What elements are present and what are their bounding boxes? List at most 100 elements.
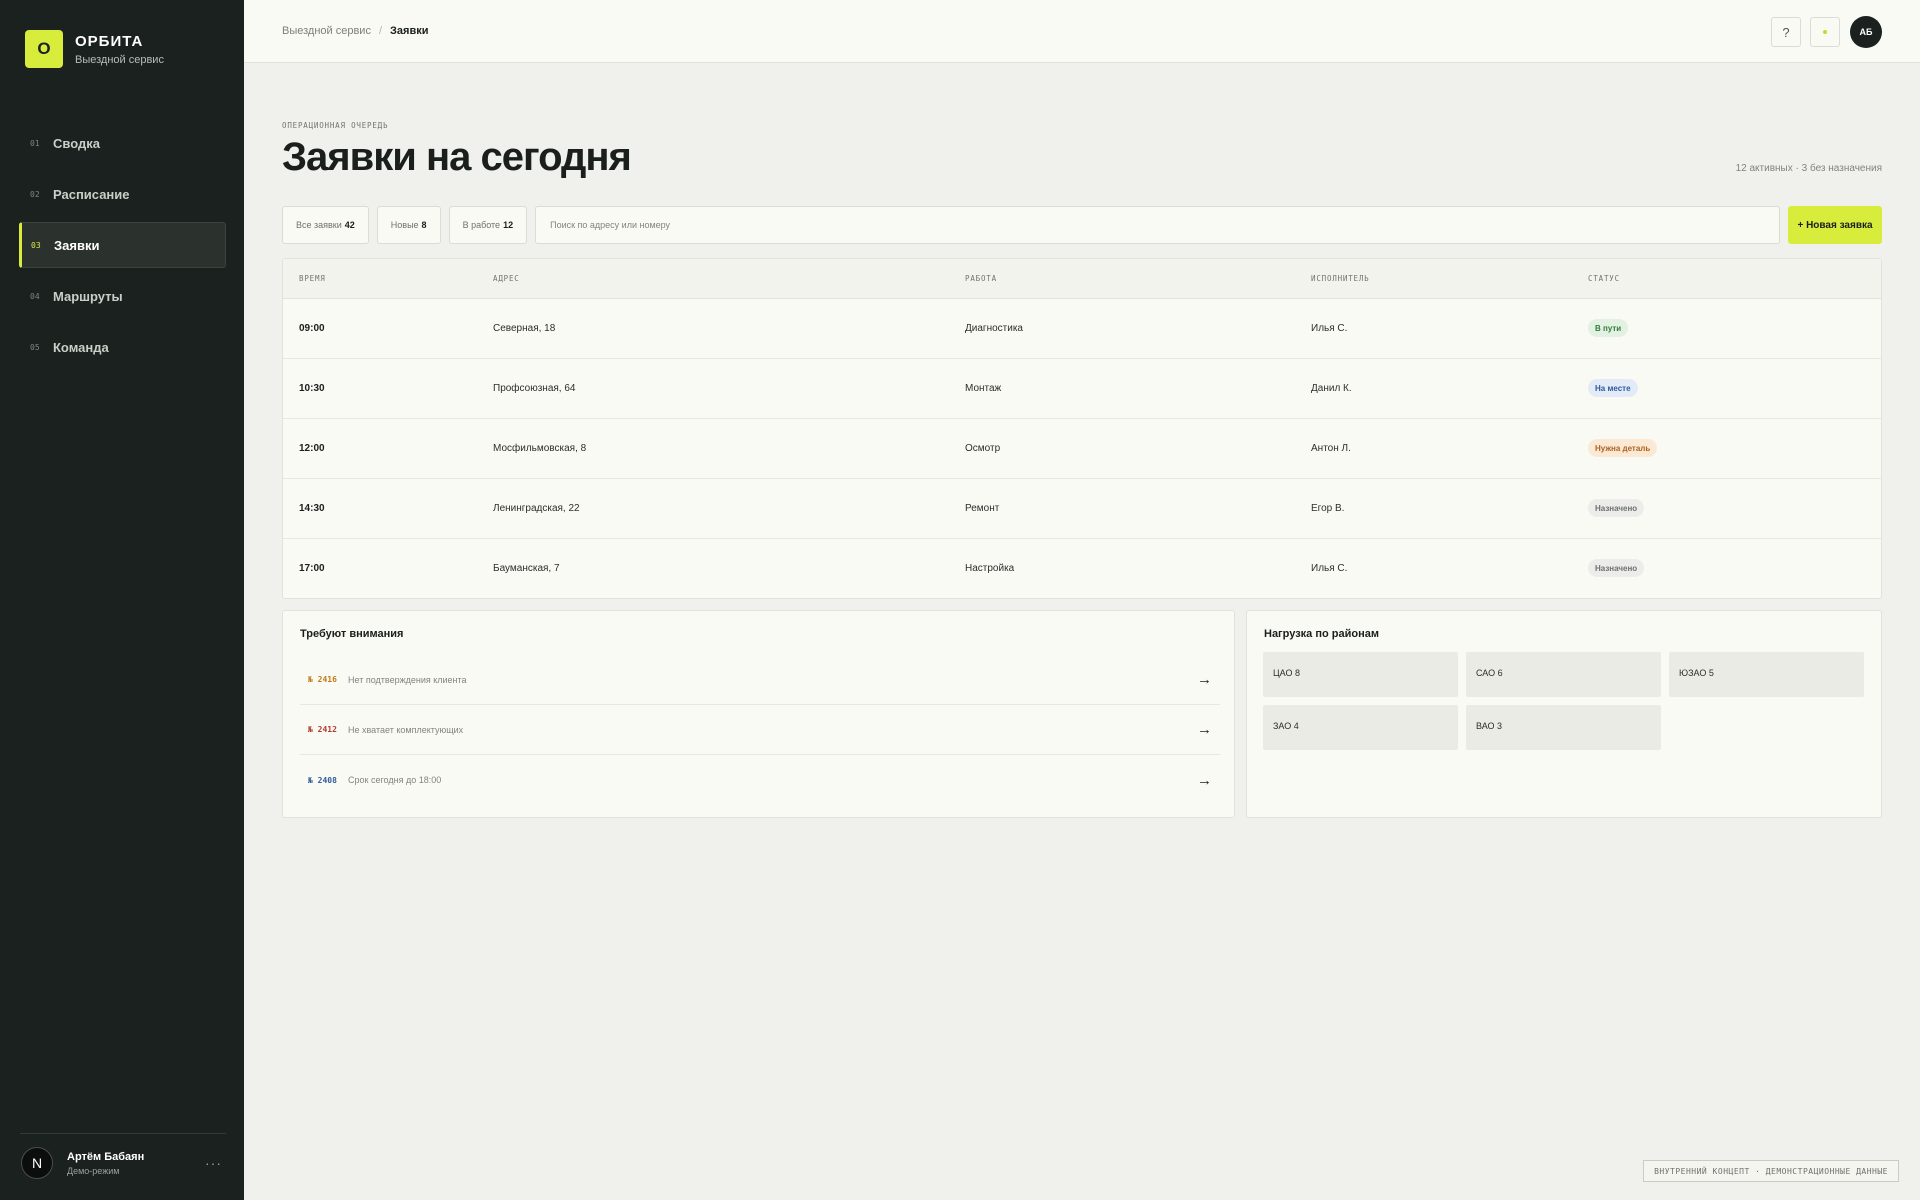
district-tile[interactable]: ВАО 3: [1466, 705, 1661, 750]
help-button[interactable]: ?: [1771, 17, 1801, 47]
status-badge: В пути: [1588, 319, 1629, 337]
sidebar-item-number: 04: [30, 291, 40, 301]
cell-address: Мосфильмовская, 8: [493, 443, 587, 454]
district-tile[interactable]: САО 6: [1466, 652, 1661, 697]
cell-assignee: Илья С.: [1311, 323, 1348, 334]
cell-work: Осмотр: [965, 443, 1001, 454]
district-tile[interactable]: ЮЗАО 5: [1669, 652, 1864, 697]
cell-time: 12:00: [299, 443, 325, 454]
topbar-actions: ? АБ: [1762, 16, 1882, 48]
cell-time: 10:30: [299, 383, 325, 394]
sidebar-item-label: Заявки: [54, 237, 100, 253]
filter-in-progress[interactable]: В работе 12: [448, 206, 528, 244]
sidebar-item-label: Расписание: [53, 186, 130, 202]
table-header: ВРЕМЯ АДРЕС РАБОТА ИСПОЛНИТЕЛЬ СТАТУС: [283, 259, 1881, 299]
filter-label: В работе: [462, 220, 501, 230]
sidebar-item-team[interactable]: 05 Команда: [19, 324, 226, 370]
toolbar: Все заявки42 Новые8 В работе12 + Новая з…: [282, 206, 1882, 244]
brand-name: ОРБИТА: [75, 32, 144, 50]
brand[interactable]: О ОРБИТА Выездной сервис: [25, 30, 164, 68]
search-input[interactable]: [535, 206, 1780, 244]
more-icon[interactable]: ···: [205, 1155, 222, 1171]
cell-assignee: Антон Л.: [1311, 443, 1351, 454]
brand-subtitle: Выездной сервис: [75, 53, 164, 66]
sidebar-item-number: 05: [30, 342, 40, 352]
filter-label: Все заявки: [296, 220, 342, 230]
attention-panel: Требуют внимания № 2416 Нет подтверждени…: [282, 610, 1235, 818]
filter-label: Новые: [390, 220, 419, 230]
arrow-right-icon[interactable]: →: [1197, 772, 1212, 789]
column-header-work[interactable]: РАБОТА: [965, 274, 997, 283]
sidebar-item-schedule[interactable]: 02 Расписание: [19, 171, 226, 217]
column-header-time[interactable]: ВРЕМЯ: [299, 274, 326, 283]
cell-address: Ленинградская, 22: [493, 503, 580, 514]
attention-item[interactable]: № 2412 Не хватает комплектующих →: [300, 705, 1220, 755]
attention-item[interactable]: № 2416 Нет подтверждения клиента →: [300, 655, 1220, 705]
district-tile[interactable]: ЦАО 8: [1263, 652, 1458, 697]
status-badge: На месте: [1588, 379, 1638, 397]
sidebar-divider: [20, 1133, 226, 1134]
new-request-button[interactable]: + Новая заявка: [1788, 206, 1882, 244]
sidebar-item-routes[interactable]: 04 Маршруты: [19, 273, 226, 319]
sidebar-item-number: 01: [30, 138, 40, 148]
column-header-address[interactable]: АДРЕС: [493, 274, 520, 283]
brand-logo: О: [25, 30, 63, 68]
attention-request-number: № 2408: [308, 775, 337, 785]
sidebar-item-requests[interactable]: 03 Заявки: [19, 222, 226, 268]
sidebar-item-label: Маршруты: [53, 288, 123, 304]
table-row[interactable]: 09:00 Северная, 18 Диагностика Илья С. В…: [283, 299, 1881, 359]
district-load-panel: Нагрузка по районам ЦАО 8 САО 6 ЮЗАО 5 З…: [1246, 610, 1882, 818]
district-grid: ЦАО 8 САО 6 ЮЗАО 5 ЗАО 4 ВАО 3: [1263, 652, 1867, 750]
cell-work: Ремонт: [965, 503, 1000, 514]
table-row[interactable]: 10:30 Профсоюзная, 64 Монтаж Данил К. На…: [283, 359, 1881, 419]
table-row[interactable]: 17:00 Бауманская, 7 Настройка Илья С. На…: [283, 539, 1881, 599]
breadcrumb-parent[interactable]: Выездной сервис: [282, 25, 371, 37]
page-title: Заявки на сегодня: [282, 135, 632, 179]
filter-new[interactable]: Новые 8: [376, 206, 441, 244]
filter-count: 12: [503, 220, 514, 230]
filter-all[interactable]: Все заявки 42: [282, 206, 369, 244]
table-row[interactable]: 12:00 Мосфильмовская, 8 Осмотр Антон Л. …: [283, 419, 1881, 479]
attention-item[interactable]: № 2408 Срок сегодня до 18:00 →: [300, 755, 1220, 805]
arrow-right-icon[interactable]: →: [1197, 721, 1212, 738]
attention-text: Не хватает комплектующих: [348, 724, 464, 735]
attention-request-number: № 2416: [308, 675, 337, 684]
sidebar-item-number: 02: [30, 189, 40, 199]
page-kicker: ОПЕРАЦИОННАЯ ОЧЕРЕДЬ: [282, 121, 389, 130]
account-avatar[interactable]: АБ: [1850, 16, 1882, 48]
district-load-title: Нагрузка по районам: [1264, 628, 1379, 640]
page-summary: 12 активных · 3 без назначения: [1735, 163, 1882, 174]
breadcrumb: Выездной сервис / Заявки: [282, 25, 429, 37]
cell-time: 17:00: [299, 563, 325, 574]
demo-data-tag: ВНУТРЕННИЙ КОНЦЕПТ · ДЕМОНСТРАЦИОННЫЕ ДА…: [1643, 1160, 1899, 1182]
sidebar-item-label: Сводка: [53, 135, 100, 151]
cell-assignee: Илья С.: [1311, 563, 1348, 574]
attention-text: Срок сегодня до 18:00: [348, 775, 442, 785]
user-role: Демо-режим: [67, 1165, 120, 1176]
notification-dot-icon: [1823, 30, 1827, 34]
column-header-status[interactable]: СТАТУС: [1588, 274, 1620, 283]
cell-work: Настройка: [965, 563, 1015, 574]
arrow-right-icon[interactable]: →: [1197, 671, 1212, 688]
district-tile[interactable]: ЗАО 4: [1263, 705, 1458, 750]
notifications-button[interactable]: [1810, 17, 1840, 47]
table-row[interactable]: 14:30 Ленинградская, 22 Ремонт Егор В. Н…: [283, 479, 1881, 539]
cell-time: 14:30: [299, 503, 325, 514]
cell-work: Монтаж: [965, 383, 1002, 394]
filter-count: 42: [344, 220, 355, 230]
status-badge: Нужна деталь: [1588, 439, 1658, 457]
column-header-assignee[interactable]: ИСПОЛНИТЕЛЬ: [1311, 274, 1369, 283]
sidebar-item-number: 03: [31, 240, 41, 250]
cell-assignee: Данил К.: [1311, 383, 1352, 394]
user-profile[interactable]: N Артём Бабаян Демо-режим ···: [21, 1147, 226, 1179]
sidebar-item-summary[interactable]: 01 Сводка: [19, 120, 226, 166]
topbar: Выездной сервис / Заявки ? АБ: [244, 0, 1920, 63]
cell-time: 09:00: [299, 323, 325, 334]
cell-work: Диагностика: [965, 323, 1023, 334]
attention-request-number: № 2412: [308, 725, 337, 734]
user-name: Артём Бабаян: [67, 1150, 145, 1163]
cell-address: Северная, 18: [493, 323, 556, 334]
user-avatar: N: [21, 1147, 53, 1179]
status-badge: Назначено: [1588, 559, 1645, 577]
sidebar: О ОРБИТА Выездной сервис 01 Сводка 02 Ра…: [0, 0, 244, 1200]
